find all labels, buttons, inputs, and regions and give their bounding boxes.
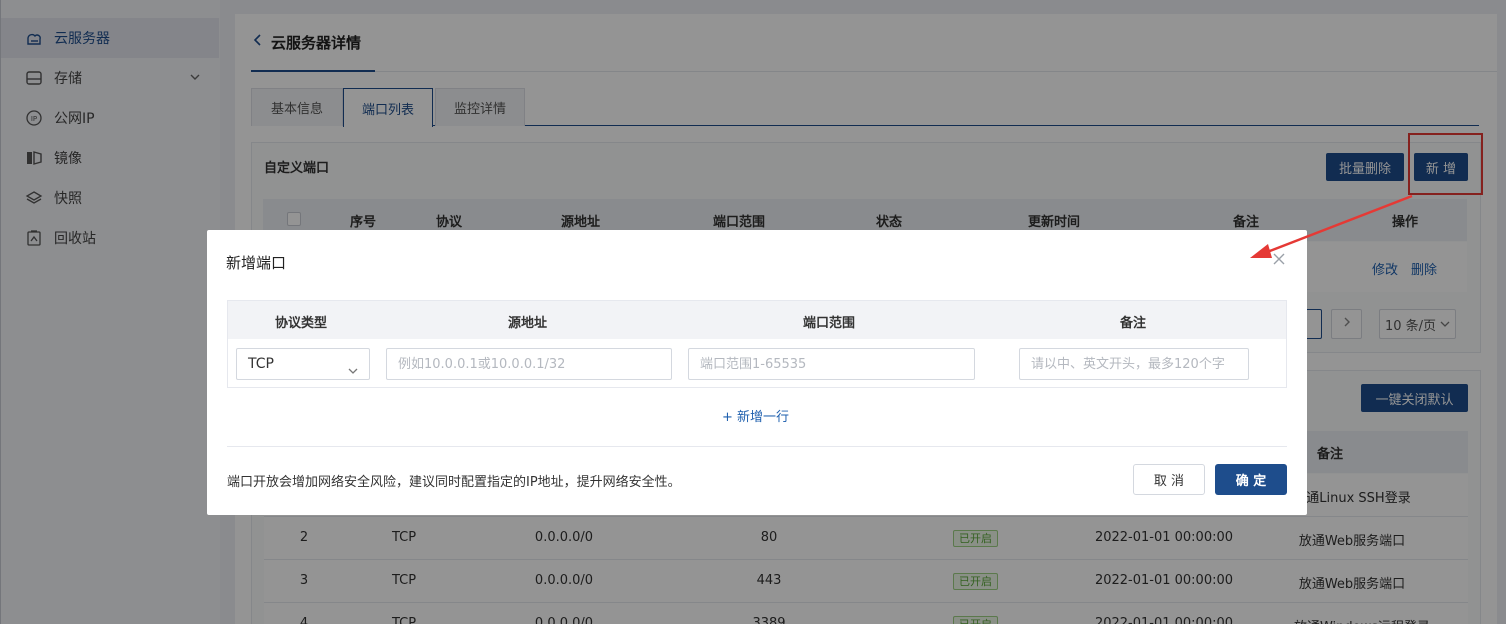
confirm-button[interactable]: 确 定 bbox=[1215, 464, 1287, 495]
add-port-dialog: 新增端口 协议类型 源地址 端口范围 备注 TCP + 新增一行 端口开放会增加… bbox=[207, 230, 1307, 515]
protocol-select-value: TCP bbox=[248, 356, 274, 372]
port-range-input[interactable] bbox=[688, 348, 975, 380]
dialog-table-header: 协议类型 源地址 端口范围 备注 bbox=[228, 301, 1286, 339]
cancel-button[interactable]: 取 消 bbox=[1133, 464, 1205, 495]
security-note: 端口开放会增加网络安全风险，建议同时配置指定的IP地址，提升网络安全性。 bbox=[227, 475, 681, 490]
source-address-input[interactable] bbox=[386, 348, 672, 380]
col-port-range: 端口范围 bbox=[803, 316, 856, 331]
add-row-link[interactable]: + 新增一行 bbox=[722, 406, 789, 425]
remark-input[interactable] bbox=[1019, 348, 1249, 380]
dialog-port-table: 协议类型 源地址 端口范围 备注 TCP bbox=[227, 300, 1287, 388]
dialog-title: 新增端口 bbox=[226, 254, 287, 272]
chevron-down-icon bbox=[347, 358, 359, 388]
col-remark: 备注 bbox=[1120, 316, 1147, 331]
col-source: 源地址 bbox=[508, 316, 548, 331]
protocol-select[interactable]: TCP bbox=[236, 348, 370, 380]
close-icon[interactable] bbox=[1269, 249, 1289, 269]
dialog-divider bbox=[227, 446, 1287, 447]
col-protocol-type: 协议类型 bbox=[275, 316, 328, 331]
